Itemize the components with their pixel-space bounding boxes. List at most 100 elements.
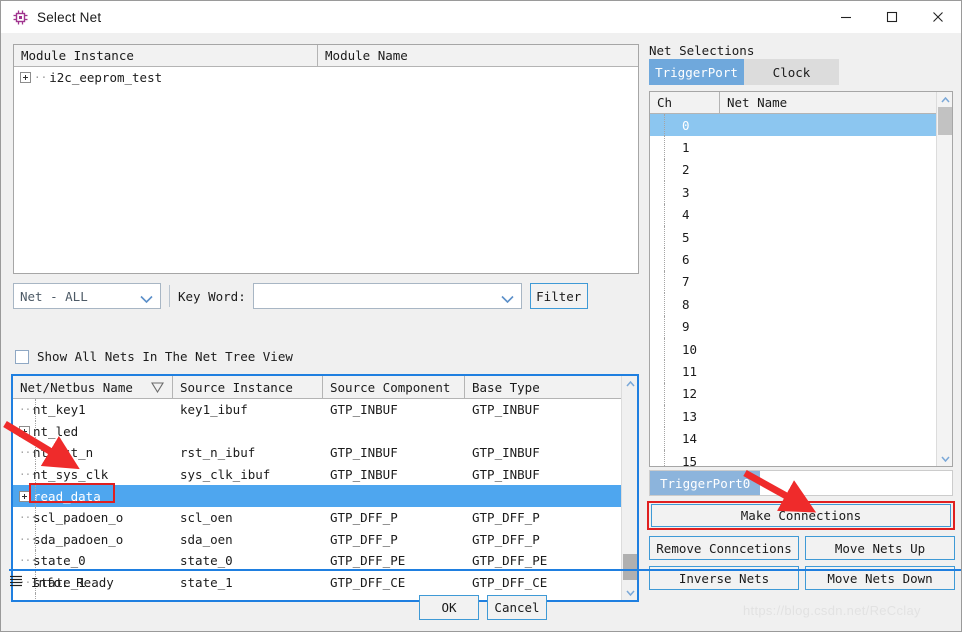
channel-row[interactable]: 13 bbox=[650, 405, 952, 428]
channel-row[interactable]: 5 bbox=[650, 225, 952, 249]
cell-source-instance: scl_oen bbox=[180, 510, 233, 526]
table-row[interactable]: ··· nt_key1 key1_ibuf GTP_INBUF GTP_INBUF bbox=[13, 399, 637, 421]
scroll-down-icon[interactable] bbox=[937, 451, 952, 466]
column-header-net-name[interactable]: Net/Netbus Name bbox=[13, 376, 173, 399]
column-header-source-component[interactable]: Source Component bbox=[323, 376, 465, 399]
module-instance-tree[interactable]: Module Instance Module Name ·· i2c_eeprom… bbox=[13, 44, 639, 274]
filter-button[interactable]: Filter bbox=[529, 283, 588, 309]
cell-source-instance: state_2 bbox=[173, 597, 323, 600]
channel-row[interactable]: 4 bbox=[650, 203, 952, 226]
module-tree-row[interactable]: ·· i2c_eeprom_test bbox=[14, 67, 638, 87]
tree-connector bbox=[35, 506, 36, 529]
expand-icon[interactable] bbox=[20, 71, 31, 83]
tab-triggerport[interactable]: TriggerPort bbox=[649, 59, 744, 85]
tree-connector bbox=[35, 420, 36, 443]
net-selections-pane: Net Selections TriggerPort Clock Ch Net … bbox=[641, 33, 961, 600]
column-header-module-instance[interactable]: Module Instance bbox=[14, 45, 319, 67]
show-all-nets-checkbox-row[interactable]: Show All Nets In The Net Tree View bbox=[15, 349, 293, 364]
ok-button[interactable]: OK bbox=[419, 595, 479, 620]
channel-row[interactable]: 1 bbox=[650, 136, 952, 159]
minimize-button[interactable] bbox=[823, 1, 869, 32]
tree-connector: ·· bbox=[34, 70, 48, 84]
keyword-input[interactable] bbox=[252, 283, 522, 309]
channel-row[interactable]: 8 bbox=[650, 293, 952, 316]
net-name-label: nt_rst_n bbox=[33, 445, 94, 461]
net-selection-actions: Remove Conncetions Move Nets Up Inverse … bbox=[649, 536, 955, 590]
table-row[interactable]: ··· scl_padoen_o scl_oen GTP_DFF_P GTP_DFF_P bbox=[13, 506, 637, 529]
channel-row[interactable]: 12 bbox=[650, 382, 952, 406]
chevron-down-icon bbox=[501, 292, 514, 307]
channel-index: 13 bbox=[682, 408, 698, 424]
net-scrollbar-thumb[interactable] bbox=[623, 554, 637, 580]
scroll-down-icon[interactable] bbox=[622, 585, 637, 600]
trigger-port-chip[interactable]: TriggerPort0 bbox=[650, 471, 761, 495]
channel-index: 12 bbox=[682, 386, 698, 402]
column-header-net-name[interactable]: Net Name bbox=[720, 92, 936, 114]
title-bar: Select Net bbox=[1, 1, 961, 33]
column-header-source-instance[interactable]: Source Instance bbox=[173, 376, 323, 399]
cell-name: ···state_2 bbox=[13, 597, 173, 600]
cell-base-type: GTP_DFF_CE bbox=[472, 575, 548, 591]
tab-clock[interactable]: Clock bbox=[744, 59, 839, 85]
scroll-up-icon[interactable] bbox=[622, 376, 637, 391]
cell-name: nt_led bbox=[13, 424, 173, 439]
channel-row[interactable]: 0 bbox=[650, 114, 952, 137]
channel-index: 3 bbox=[682, 184, 690, 200]
channel-row[interactable]: 6 bbox=[650, 248, 952, 271]
column-header-base-type[interactable]: Base Type bbox=[465, 376, 623, 399]
cell-source-component: GTP_DFF_CE bbox=[330, 575, 406, 591]
column-header-module-name[interactable]: Module Name bbox=[318, 45, 638, 67]
cell-source-component: GTP_DFF_PE bbox=[330, 553, 406, 569]
tree-connector bbox=[664, 405, 665, 428]
channel-row[interactable]: 14 bbox=[650, 427, 952, 450]
filter-bar: Net - ALL Key Word: Filter bbox=[13, 283, 639, 309]
table-row[interactable]: ··· nt_rst_n rst_n_ibuf GTP_INBUF GTP_INBUF bbox=[13, 442, 637, 464]
show-all-nets-checkbox[interactable] bbox=[15, 349, 29, 364]
net-table-scrollbar[interactable] bbox=[621, 376, 637, 600]
make-connections-button[interactable]: Make Connections bbox=[651, 504, 951, 527]
channel-row[interactable]: 2 bbox=[650, 158, 952, 182]
cell-name: ··· scl_padoen_o bbox=[13, 510, 173, 525]
tree-connector bbox=[664, 114, 665, 137]
scroll-up-icon[interactable] bbox=[937, 92, 952, 107]
cell-source-component: GTP_DFF_P bbox=[330, 510, 398, 526]
cell-base-type: GTP_DFF_PE bbox=[472, 553, 548, 569]
cancel-button[interactable]: Cancel bbox=[487, 595, 547, 620]
tree-connector bbox=[35, 528, 36, 551]
channel-scrollbar-thumb[interactable] bbox=[938, 107, 952, 135]
tree-connector bbox=[664, 203, 665, 226]
cell-name: ··· sda_padoen_o bbox=[13, 532, 173, 547]
cell-source-component: GTP_INBUF bbox=[330, 467, 398, 483]
descending-triangle-icon bbox=[151, 381, 164, 396]
table-row[interactable]: nt_led bbox=[13, 420, 637, 443]
close-button[interactable] bbox=[915, 1, 961, 32]
channel-row[interactable]: 15 bbox=[650, 449, 952, 466]
column-header-ch[interactable]: Ch bbox=[650, 92, 720, 114]
tree-connector bbox=[664, 449, 665, 466]
tree-connector: ··· bbox=[19, 446, 37, 460]
maximize-button[interactable] bbox=[869, 1, 915, 32]
tree-connector bbox=[35, 442, 36, 464]
channel-table-header: Ch Net Name bbox=[650, 92, 952, 114]
channel-row[interactable]: 9 bbox=[650, 315, 952, 338]
channel-row[interactable]: 3 bbox=[650, 181, 952, 204]
cell-source-component: GTP_INBUF bbox=[330, 445, 398, 461]
channel-row[interactable]: 11 bbox=[650, 360, 952, 383]
cell-source-component: GTP_DFF_P bbox=[330, 531, 398, 547]
module-tree-body: ·· i2c_eeprom_test bbox=[14, 67, 638, 87]
remove-connections-button[interactable]: Remove Conncetions bbox=[649, 536, 799, 560]
expand-icon[interactable] bbox=[19, 425, 30, 437]
channel-row[interactable]: 7 bbox=[650, 270, 952, 294]
net-name-label: nt_led bbox=[33, 423, 79, 439]
channel-index: 4 bbox=[682, 207, 690, 223]
channel-table-scrollbar[interactable] bbox=[936, 92, 952, 466]
move-nets-up-button[interactable]: Move Nets Up bbox=[805, 536, 955, 560]
cell-name: ··· nt_key1 bbox=[13, 402, 173, 417]
table-row[interactable]: ··· sda_padoen_o sda_oen GTP_DFF_P GTP_DFF_P bbox=[13, 528, 637, 551]
channel-table-body: 012345678910111213141516 bbox=[650, 114, 952, 466]
channel-row[interactable]: 10 bbox=[650, 337, 952, 361]
net-scope-select[interactable]: Net - ALL bbox=[13, 283, 161, 309]
trigger-port-strip[interactable]: TriggerPort0 bbox=[649, 470, 953, 496]
channel-index: 5 bbox=[682, 229, 690, 245]
channel-table[interactable]: Ch Net Name 012345678910111213141516 bbox=[649, 91, 953, 467]
